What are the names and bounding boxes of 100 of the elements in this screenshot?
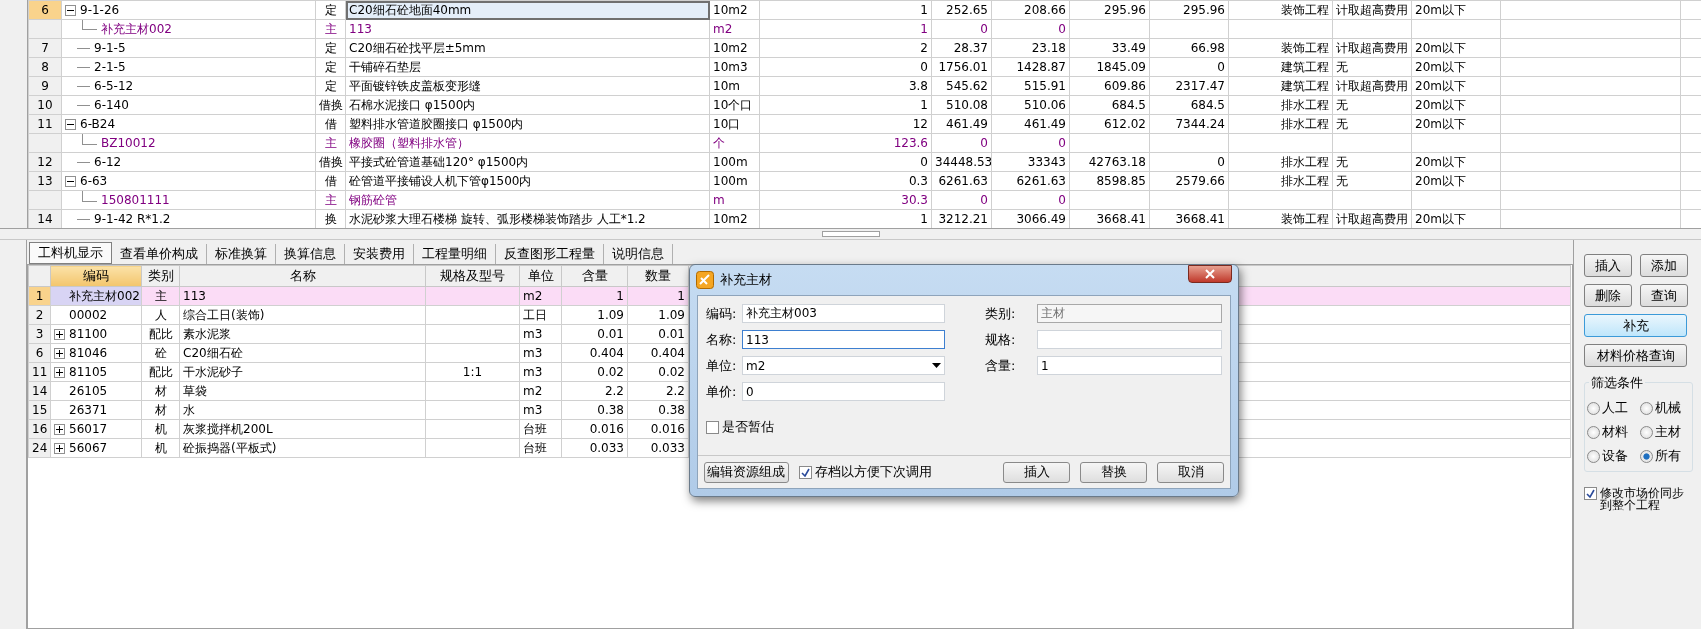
field-label: 名称: <box>706 330 738 349</box>
table-cell: 0 <box>759 152 932 172</box>
table-cell: 0 <box>991 19 1070 39</box>
expand-toggle[interactable] <box>54 348 65 359</box>
table-cell: 定 <box>315 57 346 77</box>
splitter-handle[interactable] <box>821 231 880 237</box>
table-cell: 干铺碎石垫层 <box>345 57 710 77</box>
panel-button[interactable]: 查询 <box>1640 284 1688 307</box>
checkbox[interactable] <box>1584 487 1597 500</box>
table-cell: 0.404 <box>627 343 689 363</box>
item-code: 6-5-12 <box>94 79 134 93</box>
input-field[interactable]: 补充主材003 <box>742 304 945 323</box>
checkbox-label: 修改市场价同步到整个工程 <box>1600 487 1685 511</box>
input-field[interactable]: 113 <box>742 330 945 349</box>
expand-toggle[interactable] <box>54 367 65 378</box>
panel-button[interactable]: 删除 <box>1584 284 1632 307</box>
dialog-button[interactable]: 替换 <box>1080 461 1148 483</box>
table-cell: 545.62 <box>931 76 992 96</box>
table-cell: 461.49 <box>931 114 992 134</box>
table-cell: 6261.63 <box>931 171 992 191</box>
unit-dropdown[interactable]: m2 <box>742 356 945 375</box>
expand-toggle[interactable] <box>54 443 65 454</box>
checkbox[interactable] <box>706 420 719 434</box>
table-cell: 综合工日(装饰) <box>179 305 426 325</box>
table-cell: 1 <box>759 95 932 115</box>
table-cell: 素水泥浆 <box>179 324 426 344</box>
radio-button[interactable] <box>1639 401 1653 415</box>
table-cell: 排水工程 <box>1228 171 1333 191</box>
table-cell: 建筑工程 <box>1228 57 1333 77</box>
input-field[interactable] <box>1037 330 1222 349</box>
table-cell: C20细石砼地面40mm <box>345 0 710 20</box>
field-label: 单位: <box>706 356 738 375</box>
field-label: 类别: <box>985 304 1017 323</box>
option-label: 设备 <box>1602 447 1628 465</box>
item-code: 26371 <box>69 403 108 417</box>
panel-button[interactable]: 添加 <box>1640 254 1688 277</box>
panel-button[interactable]: 材料价格查询 <box>1584 344 1687 367</box>
collapse-toggle[interactable] <box>65 5 76 16</box>
table-cell: 23.18 <box>991 38 1070 58</box>
table-cell: 主 <box>315 133 346 153</box>
radio-button[interactable] <box>1587 449 1600 463</box>
plus-icon <box>56 445 63 452</box>
table-cell: 配比 <box>141 362 180 382</box>
table-cell: 材 <box>141 400 180 420</box>
checkbox-label: 是否暂估 <box>722 418 774 436</box>
checkbox[interactable] <box>798 465 812 479</box>
tab[interactable]: 工料机显示 <box>29 242 112 264</box>
radio-button[interactable] <box>1587 401 1600 415</box>
table-cell: 主 <box>315 19 346 39</box>
table-cell: 平接式砼管道基础120° φ1500内 <box>345 152 710 172</box>
table-cell: 0 <box>1149 152 1229 172</box>
edit-button[interactable]: 编辑资源组成 <box>704 461 789 483</box>
input-field[interactable]: 1 <box>1037 356 1222 375</box>
table-cell: 无 <box>1332 114 1412 134</box>
item-code: BZ10012 <box>101 136 156 150</box>
table-cell: 100m <box>709 152 760 172</box>
radio-button[interactable] <box>1587 425 1600 439</box>
table-cell: m3 <box>519 343 562 363</box>
input-field[interactable]: 0 <box>742 382 945 401</box>
table-cell: 461.49 <box>991 114 1070 134</box>
table-cell: 1845.09 <box>1069 57 1150 77</box>
radio-button[interactable] <box>1639 449 1653 463</box>
panel-button[interactable]: 补充 <box>1584 314 1687 337</box>
table-cell: 123.6 <box>759 133 932 153</box>
table-cell: 7344.24 <box>1149 114 1229 134</box>
table-cell: 2.2 <box>561 381 628 401</box>
table-cell: 借换 <box>315 95 346 115</box>
dialog-button[interactable]: 取消 <box>1157 461 1224 483</box>
table-cell: 1428.87 <box>991 57 1070 77</box>
checkbox-label: 存档以方便下次调用 <box>814 463 932 481</box>
table-cell: 208.66 <box>991 0 1070 20</box>
table-cell: 借 <box>315 114 346 134</box>
table-cell: 个 <box>709 133 760 153</box>
option-label: 人工 <box>1602 399 1628 417</box>
table-cell: m3 <box>519 362 562 382</box>
expand-toggle[interactable] <box>54 424 65 435</box>
item-code: 6-12 <box>94 155 122 169</box>
dialog-button[interactable]: 插入 <box>1003 461 1071 483</box>
plus-icon <box>56 350 63 357</box>
table-cell: 0 <box>759 57 932 77</box>
close-button[interactable] <box>1188 265 1232 283</box>
table-cell: 主 <box>315 190 346 210</box>
collapse-toggle[interactable] <box>65 119 76 130</box>
dialog-title: 补充主材 <box>720 271 772 289</box>
collapse-toggle[interactable] <box>65 176 76 187</box>
table-cell: 1.09 <box>627 305 689 325</box>
table-cell: m <box>709 190 760 210</box>
table-cell: 0.016 <box>627 419 689 439</box>
table-cell: m3 <box>519 324 562 344</box>
table-cell: 33343 <box>991 152 1070 172</box>
panel-button[interactable]: 插入 <box>1584 254 1632 277</box>
table-cell: 20m以下 <box>1411 114 1501 134</box>
table-cell: 钢筋砼管 <box>345 190 710 210</box>
table-cell: 平面镀锌铁皮盖板变形缝 <box>345 76 710 96</box>
table-cell: 10m2 <box>709 38 760 58</box>
radio-button[interactable] <box>1639 425 1653 439</box>
table-cell: 0 <box>931 190 992 210</box>
expand-toggle[interactable] <box>54 329 65 340</box>
table-cell: 计取超高费用 <box>1332 0 1412 20</box>
item-code: 6-63 <box>80 174 108 188</box>
